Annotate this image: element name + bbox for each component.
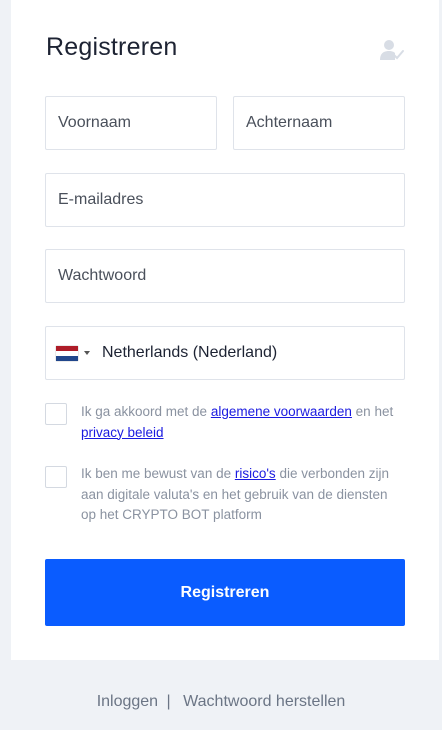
page-title: Registreren (46, 33, 178, 61)
risk-text-before: Ik ben me bewust van de (81, 466, 235, 481)
password-input[interactable] (45, 249, 405, 303)
footer-separator: | (166, 693, 171, 710)
risk-checkbox[interactable] (45, 466, 67, 488)
terms-link[interactable]: algemene voorwaarden (211, 404, 352, 419)
terms-text-middle: en het (351, 404, 394, 419)
register-button[interactable]: Registreren (45, 559, 405, 626)
reset-password-link[interactable]: Wachtwoord herstellen (183, 693, 345, 710)
risk-link[interactable]: risico's (235, 466, 276, 481)
last-name-input[interactable] (233, 96, 405, 150)
netherlands-flag-icon[interactable] (56, 345, 78, 361)
email-input[interactable] (45, 173, 405, 227)
user-check-icon (380, 40, 404, 60)
country-name: Netherlands (Nederland) (102, 344, 278, 361)
privacy-link[interactable]: privacy beleid (81, 425, 164, 440)
register-card: Registreren Netherlands (Nederland) Ik g… (11, 0, 439, 660)
terms-text-before: Ik ga akkoord met de (81, 404, 211, 419)
login-link[interactable]: Inloggen (97, 693, 158, 710)
terms-checkbox[interactable] (45, 403, 67, 425)
risk-text: Ik ben me bewust van de risico's die ver… (81, 464, 401, 526)
footer-links: Inloggen | Wachtwoord herstellen (0, 693, 442, 711)
caret-down-icon[interactable] (84, 351, 90, 355)
country-select[interactable]: Netherlands (Nederland) (45, 326, 405, 380)
terms-text: Ik ga akkoord met de algemene voorwaarde… (81, 402, 401, 443)
first-name-input[interactable] (45, 96, 217, 150)
